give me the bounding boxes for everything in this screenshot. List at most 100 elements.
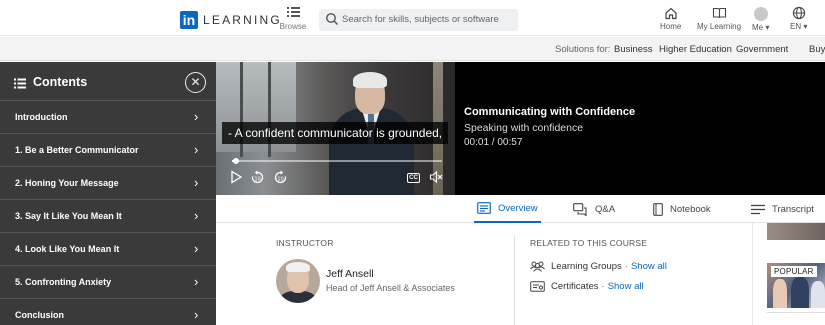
sidebar-item-chapter-3[interactable]: 3. Say It Like You Mean It › <box>0 200 216 233</box>
instructor-heading: INSTRUCTOR <box>276 238 334 248</box>
chevron-right-icon: › <box>194 109 199 124</box>
overview-icon <box>477 202 491 214</box>
tab-transcript[interactable]: Transcript <box>751 195 814 223</box>
related-heading: RELATED TO THIS COURSE <box>530 238 648 248</box>
show-all-certificates-link[interactable]: Show all <box>608 281 644 292</box>
solutions-label: Solutions for: <box>555 44 611 55</box>
sidebar-item-chapter-1[interactable]: 1. Be a Better Communicator › <box>0 134 216 167</box>
top-navigation-bar: in LEARNING Browse Search for skills, su… <box>0 0 825 36</box>
sidebar-item-conclusion[interactable]: Conclusion › <box>0 299 216 325</box>
nav-language-label: EN ▾ <box>790 22 808 31</box>
avatar-hair <box>286 262 310 272</box>
video-progress-handle[interactable] <box>233 158 240 164</box>
related-course-thumbnail[interactable] <box>767 223 825 240</box>
nav-language[interactable]: EN ▾ <box>790 6 807 31</box>
tab-label: Q&A <box>595 203 616 215</box>
closed-captions-button[interactable]: CC <box>407 173 420 183</box>
caret-down-icon: ▾ <box>801 22 808 31</box>
forward-10-icon[interactable]: 10 <box>273 170 288 190</box>
separator: · <box>601 281 605 292</box>
video-time: 00:01 / 00:57 <box>464 137 523 148</box>
chevron-right-icon: › <box>194 241 199 256</box>
qa-icon <box>573 202 588 216</box>
logo-text: LEARNING <box>203 13 282 27</box>
related-learning-groups: Learning Groups · Show all <box>530 261 667 272</box>
caret-down-icon: ▾ <box>763 23 770 32</box>
related-label: Certificates <box>551 281 599 292</box>
video-progress-bar[interactable] <box>232 158 442 164</box>
mute-icon[interactable] <box>429 170 443 189</box>
scrollbar[interactable] <box>752 223 767 325</box>
globe-icon <box>792 6 805 20</box>
tab-label: Transcript <box>772 203 814 215</box>
svg-text:10: 10 <box>277 177 283 183</box>
linkedin-learning-logo[interactable]: in LEARNING <box>180 11 282 29</box>
related-certificates: Certificates · Show all <box>530 281 644 292</box>
transcript-icon <box>751 204 765 215</box>
show-all-learning-groups-link[interactable]: Show all <box>631 261 667 272</box>
chevron-right-icon: › <box>194 142 199 157</box>
search-input[interactable]: Search for skills, subjects or software <box>319 9 518 31</box>
nav-me[interactable]: Me ▾ <box>752 6 769 32</box>
sidebar-item-label: Introduction <box>15 112 68 122</box>
separator: · <box>624 261 628 272</box>
tab-qa[interactable]: Q&A <box>573 195 615 223</box>
nav-home[interactable]: Home <box>660 6 681 31</box>
book-icon <box>712 7 726 19</box>
nav-my-learning[interactable]: My Learning <box>697 6 741 31</box>
popular-badge: POPULAR <box>771 266 817 277</box>
nav-my-learning-label: My Learning <box>697 22 742 31</box>
solutions-business-link[interactable]: Business <box>614 44 653 55</box>
avatar <box>753 7 768 21</box>
tab-notebook[interactable]: Notebook <box>653 195 711 223</box>
sidebar-item-label: 2. Honing Your Message <box>15 178 119 188</box>
logo-mark: in <box>180 11 198 29</box>
grid-menu-icon <box>279 6 307 21</box>
tab-label: Overview <box>498 202 538 214</box>
video-info-panel: Communicating with Confidence Speaking w… <box>455 62 825 195</box>
speaker-hair <box>353 72 387 88</box>
sidebar-item-label: Conclusion <box>15 310 64 320</box>
section-divider <box>514 236 515 325</box>
chevron-right-icon: › <box>194 175 199 190</box>
tab-label: Notebook <box>670 203 711 215</box>
tab-overview[interactable]: Overview <box>474 195 541 223</box>
sidebar-item-chapter-4[interactable]: 4. Look Like You Mean It › <box>0 233 216 266</box>
nav-me-label: Me ▾ <box>752 23 770 32</box>
rail-divider <box>767 312 825 313</box>
thumbnail-person <box>811 281 825 308</box>
instructor-name[interactable]: Jeff Ansell <box>326 268 374 280</box>
close-icon[interactable]: ✕ <box>185 72 206 93</box>
browse-button[interactable]: Browse <box>279 6 307 31</box>
sidebar-item-label: 4. Look Like You Mean It <box>15 244 120 254</box>
course-title: Communicating with Confidence <box>464 106 636 118</box>
video-player[interactable]: - A confident communicator is grounded, … <box>216 62 455 195</box>
browse-label: Browse <box>279 22 307 31</box>
chevron-right-icon: › <box>194 274 199 289</box>
home-icon <box>665 7 677 20</box>
sidebar-item-introduction[interactable]: Introduction › <box>0 101 216 134</box>
video-title: Speaking with confidence <box>464 122 584 134</box>
sidebar-item-label: 5. Confronting Anxiety <box>15 277 112 287</box>
instructor-title: Head of Jeff Ansell & Associates <box>326 283 455 293</box>
thumbnail-person <box>791 277 809 308</box>
search-icon <box>325 12 339 26</box>
buy-link[interactable]: Buy <box>809 44 825 55</box>
sidebar-item-label: 1. Be a Better Communicator <box>15 145 139 155</box>
instructor-avatar[interactable] <box>276 259 320 303</box>
thumbnail-person <box>773 279 787 308</box>
group-icon <box>530 261 545 272</box>
sidebar-item-chapter-5[interactable]: 5. Confronting Anxiety › <box>0 266 216 299</box>
sidebar-item-label: 3. Say It Like You Mean It <box>15 211 122 221</box>
search-placeholder: Search for skills, subjects or software <box>342 14 499 25</box>
solutions-higher-education-link[interactable]: Higher Education <box>659 44 732 55</box>
chevron-right-icon: › <box>194 208 199 223</box>
solutions-government-link[interactable]: Government <box>736 44 788 55</box>
svg-text:10: 10 <box>254 177 260 183</box>
rewind-10-icon[interactable]: 10 <box>250 170 265 190</box>
video-caption: - A confident communicator is grounded, <box>222 122 449 144</box>
play-icon[interactable] <box>229 170 243 189</box>
sidebar-item-chapter-2[interactable]: 2. Honing Your Message › <box>0 167 216 200</box>
contents-sidebar: Contents ✕ Introduction › 1. Be a Better… <box>0 62 216 325</box>
chevron-right-icon: › <box>194 307 199 322</box>
